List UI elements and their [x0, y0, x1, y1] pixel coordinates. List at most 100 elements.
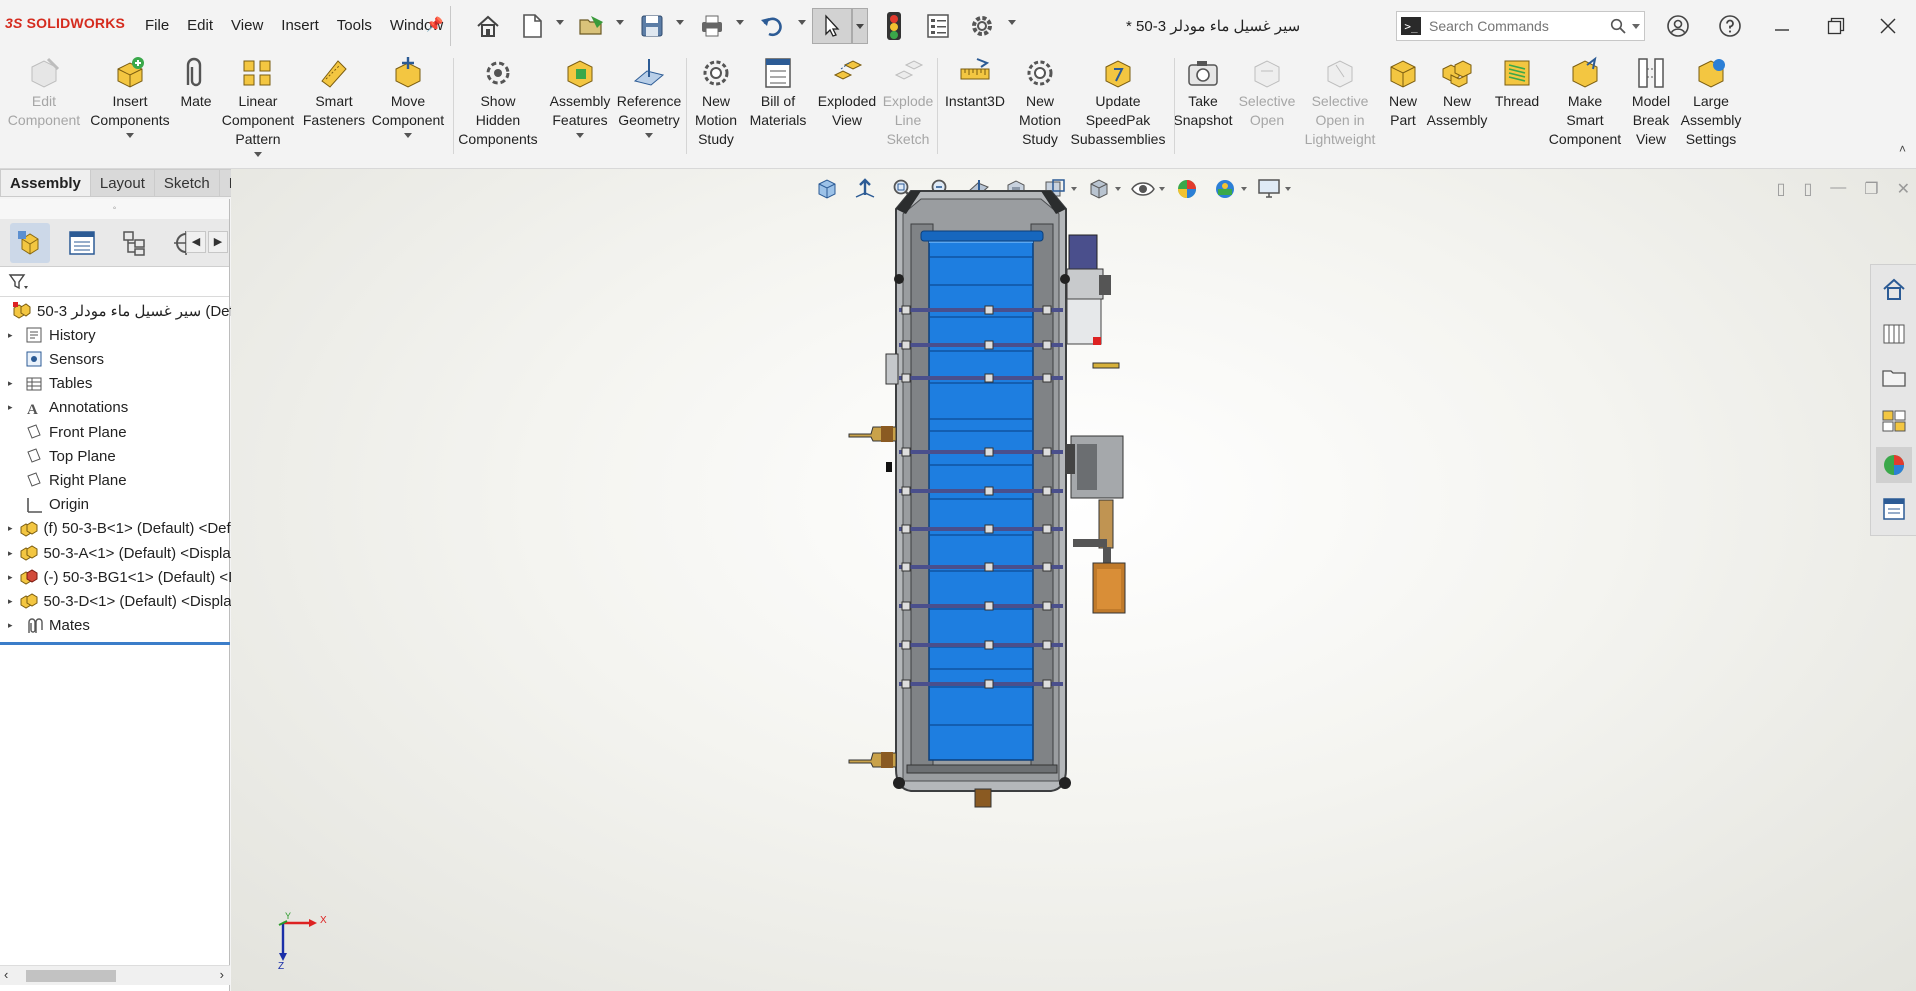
- panel-tab-scroll-right-icon[interactable]: ▶: [208, 231, 228, 253]
- save-dropdown-icon[interactable]: [676, 20, 684, 25]
- ribbon-button-large-assembly[interactable]: Large Assembly Settings: [1666, 56, 1756, 149]
- feature-manager-tab-icon[interactable]: [10, 222, 50, 263]
- tree-node[interactable]: ▸ 50-3-A<1> (Default) <Display State-1>: [0, 541, 240, 565]
- open-dropdown-icon[interactable]: [616, 20, 624, 25]
- new-dropdown-icon[interactable]: [556, 20, 564, 25]
- tree-node-label: (f) 50-3-B<1> (Default) <Default_Display…: [43, 520, 240, 538]
- expand-arrow-icon[interactable]: ▸: [8, 330, 18, 341]
- options-dropdown-icon[interactable]: [1008, 20, 1016, 25]
- move-component-icon: [390, 56, 426, 90]
- conveyor-belt[interactable]: [928, 234, 1034, 761]
- open-icon[interactable]: [574, 10, 610, 42]
- dropdown-arrow-icon[interactable]: [126, 133, 134, 138]
- tree-node-label: Annotations: [49, 399, 129, 417]
- search-commands[interactable]: >_: [1396, 11, 1645, 41]
- tree-node[interactable]: Top Plane: [0, 444, 240, 468]
- expand-arrow-icon[interactable]: ▸: [8, 378, 18, 389]
- rebuild-icon[interactable]: [878, 10, 910, 42]
- dropdown-arrow-icon[interactable]: [404, 133, 412, 138]
- tree-node[interactable]: Front Plane: [0, 420, 240, 444]
- tree-node[interactable]: Right Plane: [0, 468, 240, 492]
- tree-filter[interactable]: [0, 267, 229, 297]
- dropdown-arrow-icon[interactable]: [645, 133, 653, 138]
- tree-node[interactable]: Origin: [0, 493, 240, 517]
- motion-study-2-icon: [1022, 56, 1058, 90]
- scrollbar-thumb[interactable]: [26, 970, 116, 982]
- scroll-right-icon[interactable]: ›: [220, 967, 224, 982]
- ribbon-separator: [686, 58, 687, 154]
- undo-icon[interactable]: [754, 10, 790, 42]
- save-icon[interactable]: [634, 10, 670, 42]
- restore-icon[interactable]: [1816, 10, 1856, 42]
- expand-arrow-icon[interactable]: ▸: [8, 523, 13, 534]
- panel-horizontal-scrollbar[interactable]: ‹ ›: [0, 965, 230, 985]
- tree-node[interactable]: ▸ History: [0, 323, 240, 347]
- expand-arrow-icon[interactable]: ▸: [8, 402, 18, 413]
- ribbon-label: New Motion Study: [694, 93, 738, 147]
- minimize-icon[interactable]: [1762, 10, 1802, 42]
- panel-tab-scroll-left-icon[interactable]: ◀: [186, 231, 206, 253]
- ribbon-button-show-hidden[interactable]: Show Hidden Components: [453, 56, 543, 149]
- undo-dropdown-icon[interactable]: [798, 20, 806, 25]
- property-manager-tab-icon[interactable]: [62, 223, 102, 263]
- options-gear-icon[interactable]: [964, 10, 1000, 42]
- select-dropdown-icon[interactable]: [852, 8, 868, 44]
- menu-tools[interactable]: Tools: [328, 17, 381, 34]
- tab-sketch[interactable]: Sketch: [154, 169, 220, 197]
- tree-node[interactable]: Sensors: [0, 347, 240, 371]
- conveyor-assembly-model[interactable]: [231, 169, 1916, 991]
- print-dropdown-icon[interactable]: [736, 20, 744, 25]
- ribbon-button-edit-component[interactable]: Edit Component: [0, 56, 89, 130]
- scroll-left-icon[interactable]: ‹: [4, 967, 8, 982]
- document-title: سير غسيل ماء مودلر 3-50 *: [1126, 18, 1301, 35]
- ribbon-label: Linear Component Pattern: [221, 93, 295, 147]
- solidworks-logo[interactable]: 3S SOLIDWORKS: [5, 15, 125, 31]
- subassembly-icon: [19, 591, 39, 611]
- tree-node[interactable]: ▸ Mates: [0, 614, 240, 638]
- search-icon[interactable]: [1610, 18, 1626, 38]
- ribbon-button-speedpak[interactable]: Update SpeedPak Subassemblies: [1071, 56, 1165, 149]
- close-icon[interactable]: [1868, 10, 1908, 42]
- tree-node[interactable]: ▸ A Annotations: [0, 396, 240, 420]
- dropdown-arrow-icon[interactable]: [254, 152, 262, 157]
- search-input[interactable]: [1429, 18, 1609, 34]
- help-icon[interactable]: [1710, 10, 1750, 42]
- tree-node[interactable]: ▸ 50-3-D<1> (Default) <Display State-1>: [0, 589, 240, 613]
- tree-node[interactable]: ▸ (-) 50-3-BG1<1> (Default) <Display Stat…: [0, 565, 240, 589]
- new-document-icon[interactable]: [514, 10, 550, 42]
- tree-rollback-bar[interactable]: [0, 641, 230, 645]
- collapse-ribbon-icon[interactable]: ˄: [1899, 142, 1906, 156]
- tree-node[interactable]: ▸ (f) 50-3-B<1> (Default) <Default_Displa…: [0, 517, 240, 541]
- expand-arrow-icon[interactable]: ▸: [8, 572, 13, 583]
- thread-icon: [1499, 56, 1535, 90]
- pin-icon[interactable]: 📌: [426, 16, 443, 33]
- menu-file[interactable]: File: [136, 17, 178, 34]
- tree-node[interactable]: ▸ Tables: [0, 372, 240, 396]
- menu-insert[interactable]: Insert: [272, 17, 328, 34]
- expand-arrow-icon[interactable]: ▸: [8, 620, 18, 631]
- tree-node[interactable]: سير غسيل ماء مودلر 3-50 (Default<Display…: [0, 299, 240, 323]
- configuration-manager-tab-icon[interactable]: [114, 223, 154, 263]
- tree-node-label: 50-3-D<1> (Default) <Display State-1>: [43, 592, 240, 610]
- ribbon-button-move-component[interactable]: Move Component: [363, 56, 453, 138]
- user-account-icon[interactable]: [1658, 10, 1698, 42]
- home-icon[interactable]: [470, 10, 506, 42]
- menu-edit[interactable]: Edit: [178, 17, 222, 34]
- menu-view[interactable]: View: [222, 17, 272, 34]
- expand-arrow-icon[interactable]: ▸: [8, 548, 13, 559]
- select-icon[interactable]: [812, 8, 852, 44]
- expand-arrow-icon[interactable]: ▸: [8, 596, 13, 607]
- plane-icon: [24, 446, 44, 466]
- tab-assembly[interactable]: Assembly: [0, 169, 91, 197]
- dropdown-arrow-icon[interactable]: [576, 133, 584, 138]
- panel-grip[interactable]: ◦: [0, 199, 229, 219]
- graphics-viewport[interactable]: ▯ ▯ — ❐ ✕ X Z Y: [231, 169, 1916, 991]
- ribbon-label: New Motion Study: [1018, 93, 1062, 147]
- tree-node-label: Tables: [49, 375, 93, 393]
- search-dropdown-icon[interactable]: [1632, 24, 1640, 29]
- print-icon[interactable]: [694, 10, 730, 42]
- file-properties-icon[interactable]: [920, 10, 956, 42]
- filter-icon[interactable]: [8, 273, 28, 291]
- tab-layout[interactable]: Layout: [90, 169, 155, 197]
- panel-tabs: ◀ ▶: [0, 219, 229, 267]
